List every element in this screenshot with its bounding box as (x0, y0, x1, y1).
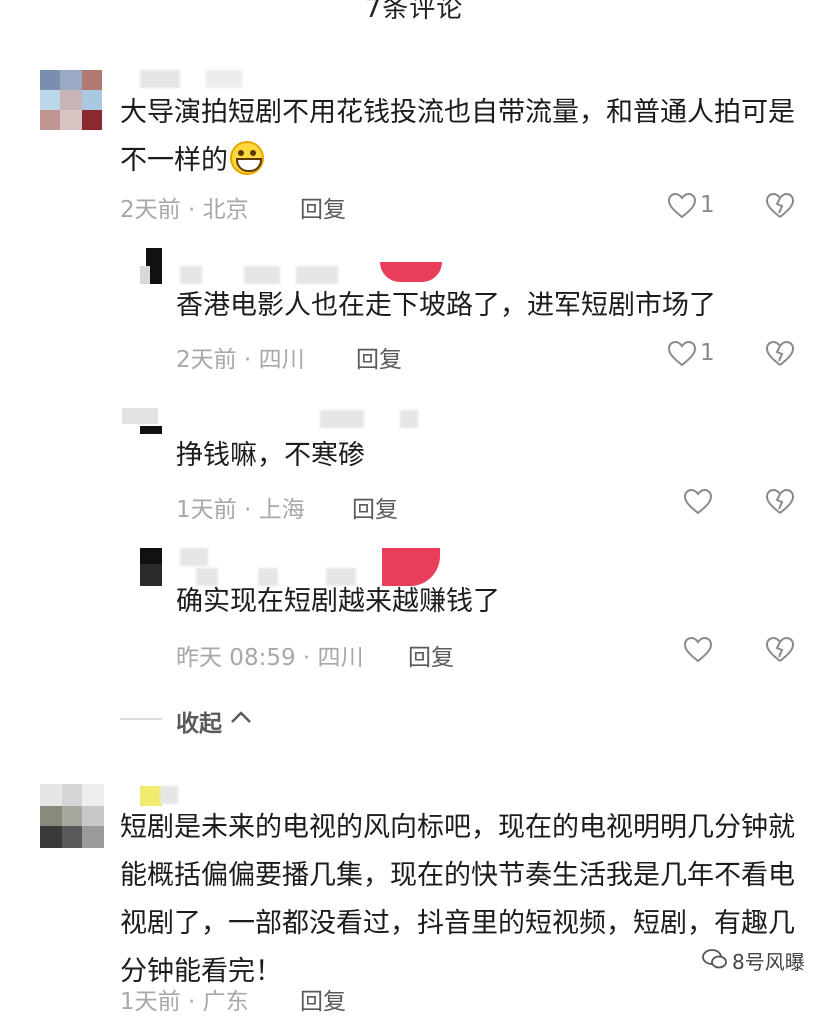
collapse-label: 收起 (176, 711, 222, 737)
username[interactable] (140, 70, 180, 88)
grin-emoji-icon (230, 141, 264, 175)
reply-button[interactable]: 回复 (352, 490, 398, 524)
comment-meta: 2天前 · 北京 (120, 197, 249, 223)
wechat-icon (702, 949, 727, 969)
avatar[interactable] (140, 548, 162, 586)
avatar[interactable] (140, 248, 162, 284)
username[interactable] (206, 70, 242, 88)
blurred-badge (140, 786, 162, 806)
like-count: 1 (700, 192, 715, 218)
heart-outline-icon[interactable] (668, 193, 696, 219)
comment-text: 大导演拍短剧不用花钱投流也自带流量，和普通人拍可是不一样的 (120, 97, 795, 176)
blurred-badge (380, 262, 442, 282)
avatar[interactable] (40, 784, 104, 848)
broken-heart-icon[interactable] (766, 489, 794, 515)
comment-meta: 2天前 · 四川 (176, 347, 305, 373)
comment-meta: 1天前 · 广东 (120, 989, 249, 1015)
username[interactable] (160, 786, 178, 804)
reply-button[interactable]: 回复 (408, 638, 454, 672)
reply-button[interactable]: 回复 (300, 982, 346, 1016)
comment-text: 确实现在短剧越来越赚钱了 (176, 586, 500, 617)
comment-text: 短剧是未来的电视的风向标吧，现在的电视明明几分钟就能概括偏偏要播几集，现在的快节… (120, 812, 795, 987)
broken-heart-icon[interactable] (766, 341, 794, 367)
avatar[interactable] (40, 70, 102, 130)
comment-meta: 1天前 · 上海 (176, 497, 305, 523)
heart-outline-icon[interactable] (668, 341, 696, 367)
comments-count-title: 7条评论 (364, 0, 464, 24)
reply-button[interactable]: 回复 (300, 190, 346, 224)
reply-button[interactable]: 回复 (356, 340, 402, 374)
chevron-up-icon[interactable] (230, 709, 252, 725)
broken-heart-icon[interactable] (766, 193, 794, 219)
comment-meta: 昨天 08:59 · 四川 (176, 645, 364, 671)
username[interactable] (180, 548, 208, 566)
avatar[interactable] (122, 408, 162, 436)
comment-text: 挣钱嘛，不寒碜 (176, 440, 365, 471)
broken-heart-icon[interactable] (766, 637, 794, 663)
comment-text: 香港电影人也在走下坡路了，进军短剧市场了 (176, 290, 716, 321)
username[interactable] (320, 410, 364, 428)
username[interactable] (400, 410, 418, 428)
collapse-divider (120, 718, 162, 720)
watermark-text: 8号风曝 (732, 950, 805, 974)
collapse-button[interactable]: 收起 (176, 704, 222, 738)
heart-outline-icon[interactable] (684, 637, 712, 663)
heart-outline-icon[interactable] (684, 489, 712, 515)
like-count: 1 (700, 340, 715, 366)
